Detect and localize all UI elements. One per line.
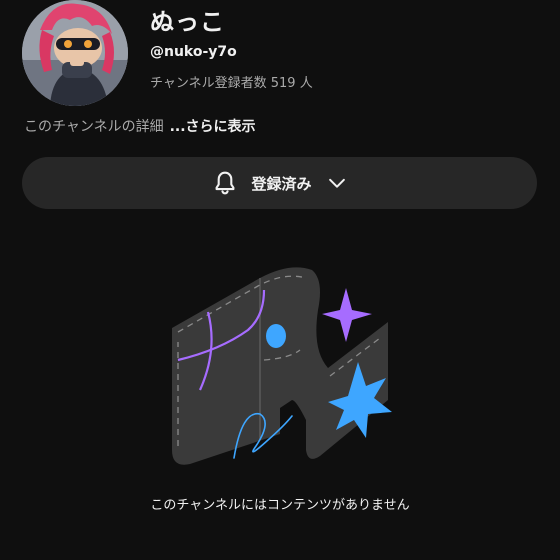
channel-avatar[interactable] [22,0,128,106]
ribbon-shape [172,267,388,465]
subscriber-count: チャンネル登録者数 519 人 [150,76,313,91]
subscribed-label: 登録済み [251,174,312,193]
empty-state-message: このチャンネルにはコンテンツがありません [150,498,410,513]
channel-handle: @nuko-y7o [150,44,237,60]
avatar-image [22,0,128,106]
bell-icon [216,171,235,195]
show-more-link[interactable]: ...さらに表示 [170,119,256,135]
subscribed-button[interactable]: 登録済み [22,157,537,209]
channel-description: このチャンネルの詳細 [24,119,164,135]
channel-description-row[interactable]: このチャンネルの詳細 ...さらに表示 [24,116,256,136]
blue-dot [266,324,286,348]
channel-name: ぬっこ [150,8,225,36]
chevron-down-icon [328,178,345,188]
sparkle-icon [322,288,372,342]
empty-channel-illustration [172,267,392,465]
